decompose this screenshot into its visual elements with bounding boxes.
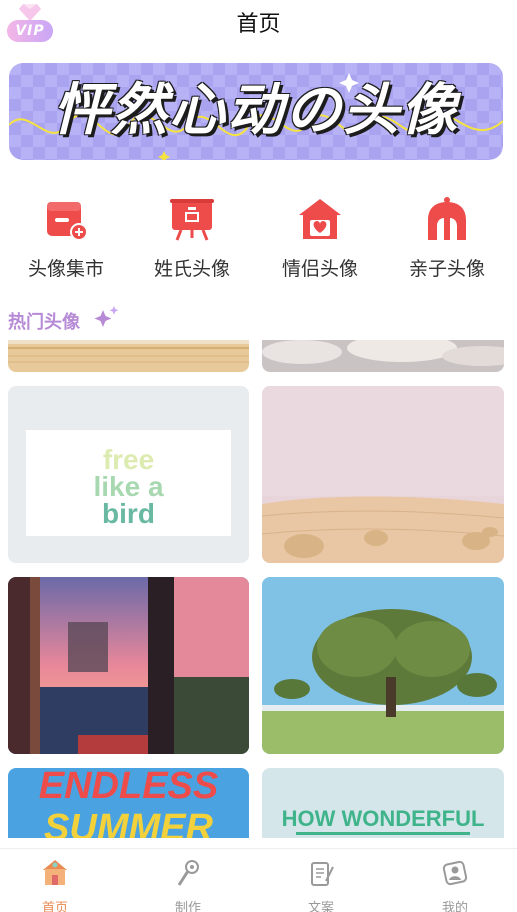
banner[interactable]: 怦然心动の头像 (9, 63, 503, 160)
category-label: 头像集市 (27, 258, 104, 280)
category-surname-avatar[interactable]: 姓氏头像 (136, 190, 246, 290)
top-header: VIP 首页 (0, 0, 517, 50)
tab-home[interactable]: 首页 (15, 857, 95, 912)
wheat-field-image (8, 340, 249, 372)
tab-copywriting[interactable]: 文案 (281, 857, 361, 912)
tab-profile[interactable]: 我的 (415, 857, 495, 912)
page-title: 首页 (236, 12, 281, 37)
banner-title: 怦然心动の头像 (53, 78, 459, 143)
market-shop-icon (47, 202, 88, 241)
hot-avatar-grid: free like a bird ENDLESS SUMMER HOW WOND… (0, 340, 517, 838)
make-tool-icon (177, 860, 199, 886)
avatar-tile[interactable] (262, 340, 504, 372)
hot-section-title: 热门头像 (8, 312, 80, 333)
avatar-tile[interactable]: ENDLESS SUMMER (8, 768, 249, 838)
couple-house-heart-icon (299, 199, 341, 239)
category-avatar-market[interactable]: 头像集市 (10, 190, 120, 290)
cloudy-sky-image (262, 340, 504, 372)
category-parent-child-avatar[interactable]: 亲子头像 (391, 190, 501, 290)
sunset-window-image (8, 577, 249, 754)
tile-caption-line: SUMMER (44, 807, 213, 838)
sparkle-icon (94, 306, 119, 327)
how-wonderful-image: HOW WONDERFUL (262, 768, 504, 838)
tile-caption-line: bird (102, 498, 155, 529)
tab-label: 我的 (441, 901, 468, 912)
surname-board-icon (170, 199, 214, 241)
category-label: 亲子头像 (408, 258, 485, 280)
bottom-tab-bar: 首页 制作 文案 我的 (0, 848, 517, 912)
avatar-tile[interactable] (8, 577, 249, 754)
profile-icon (442, 860, 468, 886)
tab-label: 制作 (174, 901, 201, 912)
hay-bale-field-image (262, 386, 504, 563)
category-row: 头像集市 姓氏头像 情侣头像 亲子头像 (0, 190, 517, 290)
home-house-icon (43, 860, 67, 885)
avatar-tile[interactable]: free like a bird (8, 386, 249, 563)
endless-summer-image: ENDLESS SUMMER (8, 768, 249, 838)
tab-make[interactable]: 制作 (148, 857, 228, 912)
copywriting-note-icon (311, 862, 334, 886)
category-couple-avatar[interactable]: 情侣头像 (264, 190, 374, 290)
avatar-tile[interactable] (8, 340, 249, 372)
category-label: 姓氏头像 (153, 258, 230, 280)
parent-child-icon (428, 197, 466, 240)
tile-caption: HOW WONDERFUL (282, 806, 485, 831)
tree-meadow-image (262, 577, 504, 754)
tab-label: 文案 (307, 901, 334, 912)
category-label: 情侣头像 (281, 258, 358, 280)
avatar-tile[interactable] (262, 577, 504, 754)
tile-caption-line: ENDLESS (39, 768, 218, 807)
free-like-a-bird-image: free like a bird (8, 386, 249, 563)
tab-label: 首页 (41, 901, 68, 912)
avatar-tile[interactable]: HOW WONDERFUL (262, 768, 504, 838)
avatar-tile[interactable] (262, 386, 504, 563)
